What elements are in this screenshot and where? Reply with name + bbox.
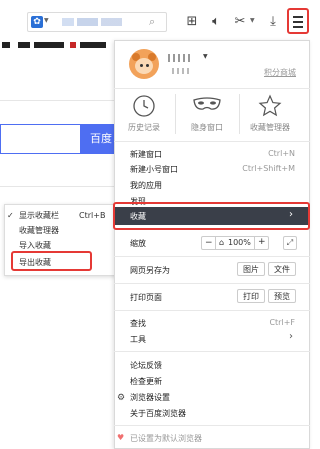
menu-divider xyxy=(114,425,310,426)
default-browser-status: 已设置为默认浏览器 xyxy=(130,434,202,443)
menu-divider xyxy=(114,351,310,352)
speaker-icon[interactable]: 🔈︎ xyxy=(206,12,226,32)
incognito-label[interactable]: 隐身窗口 xyxy=(177,122,237,133)
chevron-down-icon[interactable]: ▼ xyxy=(250,17,255,24)
menu-icon-bar xyxy=(293,21,303,23)
avatar-face xyxy=(135,58,153,74)
chevron-right-icon: › xyxy=(289,331,293,342)
bookmark-item[interactable] xyxy=(2,42,10,48)
favorites-manager-label[interactable]: 收藏管理器 xyxy=(240,122,300,133)
menu-item-check-update[interactable]: 检查更新 xyxy=(130,376,162,387)
chevron-down-icon[interactable]: ▼ xyxy=(44,17,49,24)
page-divider xyxy=(0,100,115,101)
zoom-divider xyxy=(254,237,255,249)
chevron-down-icon[interactable]: ▼ xyxy=(203,53,208,60)
username-blurred[interactable] xyxy=(168,54,192,62)
fullscreen-icon[interactable]: ⤢ xyxy=(283,236,297,250)
page-divider xyxy=(0,186,115,187)
menu-divider xyxy=(114,283,310,284)
print-button[interactable]: 打印 xyxy=(237,289,265,303)
check-icon: ✓ xyxy=(7,211,14,220)
menu-item-about[interactable]: 关于百度浏览器 xyxy=(130,408,186,419)
bookmark-item[interactable] xyxy=(70,42,76,48)
menu-item-my-apps[interactable]: 我的应用 xyxy=(130,180,162,191)
baidu-paw-icon[interactable]: ✿ xyxy=(31,16,43,28)
bookmarks-bar xyxy=(0,40,110,54)
print-preview-button[interactable]: 预览 xyxy=(268,289,296,303)
menu-item-zoom: 缩放 xyxy=(130,239,146,248)
toolbox-icon[interactable]: ⊞ xyxy=(182,12,202,32)
avatar[interactable] xyxy=(129,49,159,79)
menu-item-print-page: 打印页面 xyxy=(130,293,162,302)
blurred-search-text xyxy=(62,18,122,26)
menu-item-forum-feedback[interactable]: 论坛反馈 xyxy=(130,360,162,371)
page-search-input[interactable] xyxy=(0,124,80,154)
browser-toolbar: ✿ ▼ ⌕ ⊞ 🔈︎ ✂ ▼ ⤓ xyxy=(0,0,310,40)
zoom-lock-icon: ⌂ xyxy=(219,238,225,247)
menu-item-save-page-as: 网页另存为 xyxy=(130,266,170,275)
zoom-divider xyxy=(215,237,216,249)
submenu-item-label: 收藏管理器 xyxy=(19,226,59,235)
zoom-value: 100% xyxy=(228,238,251,247)
submenu-item-show-favorites-bar[interactable]: ✓ 显示收藏栏 Ctrl+B xyxy=(5,208,117,223)
menu-button[interactable] xyxy=(287,8,309,34)
star-icon[interactable] xyxy=(253,94,287,118)
submenu-item-shortcut: Ctrl+B xyxy=(79,211,106,220)
menu-shortcut: Ctrl+Shift+M xyxy=(242,164,295,173)
save-as-file-button[interactable]: 文件 xyxy=(268,262,296,276)
address-search-box[interactable]: ✿ ▼ ⌕ xyxy=(27,12,167,32)
search-icon[interactable]: ⌕ xyxy=(149,15,155,29)
scissors-icon[interactable]: ✂ xyxy=(230,12,250,32)
bookmark-item[interactable] xyxy=(34,42,64,48)
menu-divider xyxy=(114,88,310,89)
download-icon[interactable]: ⤓ xyxy=(263,12,283,32)
menu-shortcut: Ctrl+N xyxy=(268,149,295,158)
zoom-in-button[interactable]: + xyxy=(258,237,266,247)
menu-icon-bar xyxy=(293,16,303,18)
menu-divider xyxy=(114,310,310,311)
gear-icon: ⚙ xyxy=(117,393,126,403)
favorites-highlight-box xyxy=(113,202,310,230)
menu-item-new-small-window[interactable]: 新建小号窗口 xyxy=(130,164,178,175)
clock-icon[interactable] xyxy=(127,94,161,118)
menu-divider xyxy=(114,141,310,142)
user-info-blurred xyxy=(172,68,192,74)
menu-item-find[interactable]: 查找 xyxy=(130,318,146,329)
zoom-out-button[interactable]: − xyxy=(205,238,213,248)
avatar-eye xyxy=(140,64,143,67)
menu-icon-bar xyxy=(293,26,303,28)
history-label[interactable]: 历史记录 xyxy=(114,122,174,133)
menu-item-browser-settings[interactable]: 浏览器设置 xyxy=(130,392,170,403)
baidu-search-button[interactable]: 百度 xyxy=(80,124,115,154)
submenu-item-favorites-manager[interactable]: 收藏管理器 xyxy=(5,223,117,238)
zoom-control: − ⌂ 100% + xyxy=(201,236,269,250)
vertical-divider xyxy=(175,94,176,134)
export-highlight-box xyxy=(11,251,92,271)
bookmark-item[interactable] xyxy=(80,42,106,48)
menu-shortcut: Ctrl+F xyxy=(269,318,295,327)
points-mall-link[interactable]: 积分商城 xyxy=(264,67,296,78)
avatar-eye xyxy=(146,64,149,67)
heart-icon: ♥ xyxy=(117,433,125,442)
menu-divider xyxy=(114,256,310,257)
mask-icon[interactable] xyxy=(190,94,224,118)
submenu-item-label: 显示收藏栏 xyxy=(19,211,59,220)
menu-item-tools[interactable]: 工具 xyxy=(130,334,146,345)
save-as-image-button[interactable]: 图片 xyxy=(237,262,265,276)
menu-item-new-window[interactable]: 新建窗口 xyxy=(130,149,162,160)
bookmark-item[interactable] xyxy=(18,42,30,48)
